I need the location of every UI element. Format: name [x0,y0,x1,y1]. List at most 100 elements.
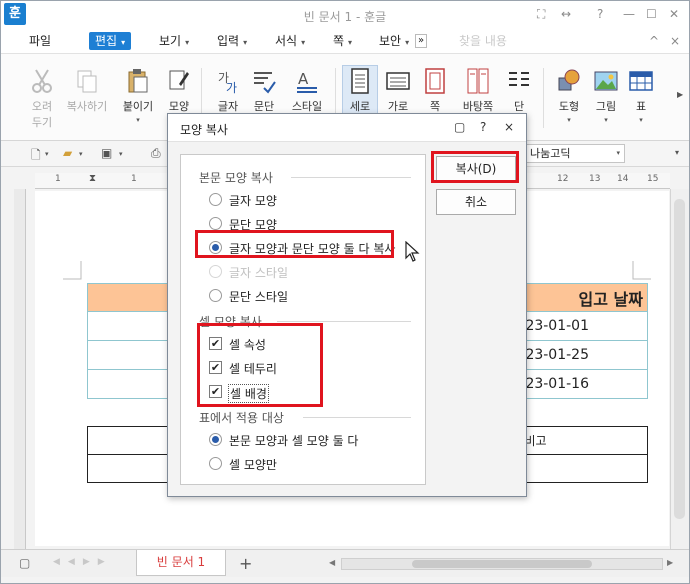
comment-icon[interactable]: ▢ [454,120,465,134]
tab-navigation-icons[interactable]: ◀◀▶▶ [53,557,113,567]
svg-text:A: A [298,70,309,88]
menu-view[interactable]: 보기 ▾ [159,32,189,50]
chevron-down-icon[interactable]: ▾ [45,150,49,158]
scroll-left-icon[interactable]: ◀ [329,558,335,567]
table-icon [629,71,653,91]
cut-button[interactable]: 오려 두기 [27,68,57,130]
page-icon [425,68,445,94]
menu-page[interactable]: 쪽 ▾ [333,32,352,50]
section-title-apply-target: 표에서 적용 대상 [199,411,284,425]
chevron-down-icon: ▾ [639,116,643,124]
help-icon[interactable]: ? [480,120,486,134]
chevron-down-icon: ▾ [136,116,140,124]
vertical-ruler[interactable] [14,189,26,549]
ribbon-divider [543,68,544,128]
close-icon[interactable]: × [504,120,514,134]
resize-icon[interactable]: ↔ [561,7,571,21]
close-icon[interactable]: ✕ [669,7,679,21]
chevron-down-icon[interactable]: ▾ [79,150,83,158]
dialog-title: 모양 복사 [180,123,228,137]
menu-edit[interactable]: 편집 ▾ [89,32,132,50]
copy-button[interactable]: 복사하기 [65,68,109,114]
font-name-select[interactable]: 나눔고딕 ▾ [525,144,625,163]
minimize-icon[interactable]: — [623,7,635,21]
style-button[interactable]: A 스타일 [287,68,327,114]
help-icon[interactable]: ? [597,7,603,21]
new-document-icon[interactable]: 🗋 [31,146,41,167]
landscape-button[interactable]: 가로 [383,68,413,114]
tab-list-icon[interactable]: ▢ [19,556,30,570]
scroll-right-icon[interactable]: ▶ [667,558,673,567]
svg-text:가: 가 [226,81,237,94]
page-margin-button[interactable]: 쪽 [421,68,449,114]
format-painter-button[interactable]: 모양 [165,68,193,114]
dialog-options-panel: 본문 모양 복사 글자 모양 문단 모양 글자 모양과 문단 모양 둘 다 복사… [180,154,426,485]
add-tab-icon[interactable]: + [239,554,252,573]
more-menu-button[interactable]: » [415,34,428,48]
chevron-down-icon: ▾ [348,38,353,47]
close-doc-icon[interactable]: × [670,32,680,50]
paragraph-shape-button[interactable]: 문단 [249,68,279,114]
paragraph-icon [254,72,276,94]
menu-security[interactable]: 보안 ▾ [379,32,409,50]
portrait-button[interactable]: 세로 [345,68,375,114]
open-folder-icon[interactable]: ▰ [63,146,72,160]
char-shape-icon: 가가 [218,71,237,94]
radio-char-shape[interactable] [209,193,222,206]
chevron-down-icon: ▾ [185,38,190,47]
option-label: 글자 모양 [229,194,277,208]
master-page-icon [467,68,489,94]
paste-button[interactable]: 붙이기 ▾ [119,68,157,124]
horizontal-scrollbar[interactable] [341,558,663,570]
chevron-down-icon: ▾ [604,116,608,124]
radio-body-and-cell[interactable] [209,433,222,446]
page-corner-mark [632,261,651,280]
option-label: 글자 스타일 [229,266,289,280]
menu-insert[interactable]: 입력 ▾ [217,32,247,50]
highlight-both-option [195,230,394,258]
window-title: 빈 문서 1 - 훈글 [303,10,387,24]
copy-icon [77,70,97,93]
collapse-ribbon-icon[interactable]: ^ [649,32,659,50]
mouse-cursor-icon [405,241,420,262]
search-input[interactable]: 찾을 내용 [459,32,507,49]
toolbar-expand-icon[interactable]: ▾ [675,148,679,157]
radio-para-style[interactable] [209,289,222,302]
section-divider [303,417,411,418]
maximize-icon[interactable]: ☐ [646,7,657,21]
menu-bar: 파일 편집 ▾ 보기 ▾ 입력 ▾ 서식 ▾ 쪽 ▾ 보안 ▾ » 찾을 내용 ^ × [1,29,689,53]
menu-format[interactable]: 서식 ▾ [275,32,305,50]
paste-icon [128,69,148,93]
cancel-button[interactable]: 취소 [436,189,516,215]
master-page-button[interactable]: 바탕쪽 [459,68,497,114]
scrollbar-thumb[interactable] [674,199,685,519]
option-label: 셀 모양만 [229,458,277,472]
radio-cell-only[interactable] [209,457,222,470]
radio-para-shape[interactable] [209,217,222,230]
fullscreen-icon[interactable]: ⛶ [537,7,545,22]
tab-document-1[interactable]: 빈 문서 1 [136,550,226,576]
ribbon-scroll-icon[interactable]: ▶ [677,90,683,99]
chevron-down-icon: ▾ [616,149,620,157]
option-label: 본문 모양과 셀 모양 둘 다 [229,434,359,448]
shape-button[interactable]: 도형 ▾ [553,68,585,124]
chevron-down-icon: ▾ [567,116,571,124]
print-icon[interactable]: ⎙ [151,146,161,161]
chevron-down-icon: ▾ [121,38,126,47]
highlight-cell-options [197,323,323,407]
scrollbar-thumb[interactable] [412,560,592,568]
picture-button[interactable]: 그림 ▾ [591,68,621,124]
section-divider [277,321,411,322]
indent-marker-icon[interactable]: ⧗ [89,173,96,184]
table-button[interactable]: 표 ▾ [627,68,655,124]
char-shape-button[interactable]: 가가 글자 [213,68,243,114]
chevron-down-icon: ▾ [243,38,248,47]
dialog-title-bar[interactable]: 모양 복사 ▢ ? × [168,114,526,142]
column-button[interactable]: 단 [505,68,533,114]
vertical-scrollbar[interactable] [670,189,689,549]
section-title-body-format: 본문 모양 복사 [199,171,273,185]
save-icon[interactable]: ▣ [101,146,112,160]
chevron-down-icon[interactable]: ▾ [119,150,123,158]
menu-file[interactable]: 파일 [29,32,51,50]
page-corner-mark [63,261,82,280]
